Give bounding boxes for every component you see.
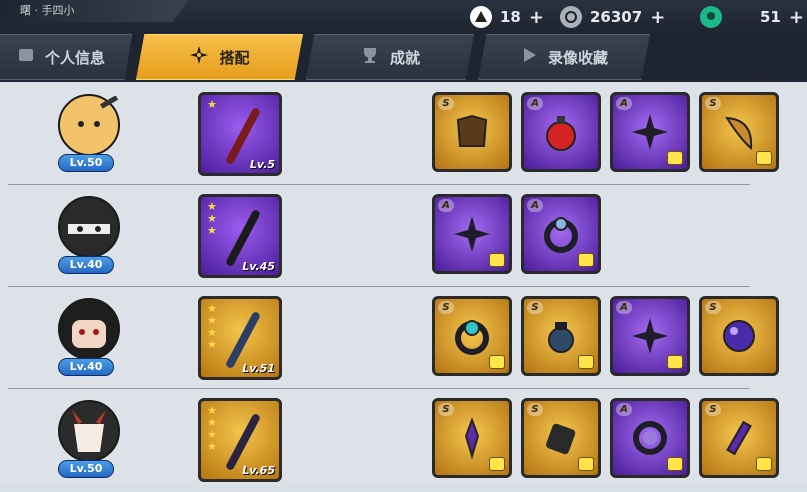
player-title: 曙 · 手四小 (0, 0, 188, 22)
tab-loadout[interactable]: 搭配 (136, 34, 303, 80)
tab-achievements[interactable]: 成就 (306, 34, 474, 80)
oni-mask-ninja-icon (58, 400, 120, 462)
upgrade-badge-icon (578, 457, 594, 471)
equipment-slot[interactable]: A (610, 92, 690, 172)
weapon-slot[interactable]: ★ ★ ★ Lv.45 (198, 194, 282, 278)
upgrade-badge-icon (667, 355, 683, 369)
equipment-slot[interactable]: S (432, 92, 512, 172)
tab-bar: 个人信息 搭配 成就 录像收藏 (0, 30, 807, 82)
upgrade-badge-icon (489, 355, 505, 369)
character-portrait[interactable]: Lv.50 (48, 94, 126, 172)
character-level: Lv.40 (58, 358, 114, 376)
character-portrait[interactable]: Lv.40 (48, 196, 126, 274)
add-coin-button[interactable]: + (650, 7, 665, 28)
upgrade-badge-icon (756, 457, 772, 471)
character-portrait[interactable]: Lv.40 (48, 298, 126, 376)
weapon-stars: ★ ★ ★ ★ (207, 302, 217, 351)
onigiri-resource: 18 + (470, 6, 544, 28)
black-hair-ninja-icon (58, 298, 120, 360)
onigiri-count: 18 (500, 8, 521, 26)
weapon-level: Lv.5 (249, 158, 275, 171)
row-divider (8, 388, 750, 389)
upgrade-badge-icon (578, 355, 594, 369)
coin-resource: 26307 + (560, 6, 665, 28)
orange-ninja-icon (58, 94, 120, 156)
orb-icon (702, 299, 776, 373)
character-level: Lv.40 (58, 256, 114, 274)
upgrade-badge-icon (667, 151, 683, 165)
upgrade-badge-icon (667, 457, 683, 471)
upgrade-badge-icon (756, 151, 772, 165)
jade-count: 51 (760, 8, 781, 26)
add-onigiri-button[interactable]: + (529, 7, 544, 28)
tab-profile[interactable]: 个人信息 (0, 34, 132, 80)
equipment-slot[interactable]: S (699, 92, 779, 172)
shuriken-icon (189, 45, 209, 69)
upgrade-badge-icon (489, 253, 505, 267)
equipment-slot[interactable]: S (699, 296, 779, 376)
coin-icon (560, 6, 582, 28)
row-divider (8, 286, 750, 287)
equipment-slot[interactable]: S (521, 296, 601, 376)
tab-achievements-label: 成就 (389, 48, 420, 67)
weapon-level: Lv.45 (242, 260, 275, 273)
masked-ninja-icon (58, 196, 120, 258)
equipment-slot[interactable]: A (521, 92, 601, 172)
add-jade-button[interactable]: + (789, 7, 804, 28)
weapon-stars: ★ ★ ★ ★ (207, 404, 217, 453)
tab-loadout-label: 搭配 (219, 48, 250, 67)
equipment-slot[interactable]: S (432, 296, 512, 376)
onigiri-icon (470, 6, 492, 28)
loadout-row[interactable]: Lv.50 ★ Lv.5 S A A S (0, 84, 807, 186)
character-level: Lv.50 (58, 154, 114, 172)
loadout-row[interactable]: Lv.40 ★ ★ ★ Lv.45 A A (0, 186, 807, 288)
row-divider (8, 184, 750, 185)
jade-resource: 51 + (700, 6, 804, 28)
play-icon (520, 46, 538, 68)
loadout-list: Lv.50 ★ Lv.5 S A A S Lv.40 ★ ★ ★ Lv.45 A… (0, 84, 807, 485)
character-portrait[interactable]: Lv.50 (48, 400, 126, 478)
tab-profile-label: 个人信息 (44, 48, 105, 67)
weapon-slot[interactable]: ★ ★ ★ ★ Lv.65 (198, 398, 282, 482)
trophy-icon (360, 45, 380, 69)
weapon-level: Lv.51 (242, 362, 275, 375)
weapon-slot[interactable]: ★ Lv.5 (198, 92, 282, 176)
coin-count: 26307 (590, 8, 643, 26)
trident-icon (224, 310, 262, 370)
upgrade-badge-icon (578, 253, 594, 267)
tab-replays-label: 录像收藏 (547, 48, 608, 67)
equipment-slot[interactable]: A (610, 296, 690, 376)
tab-replays[interactable]: 录像收藏 (478, 34, 650, 80)
character-level: Lv.50 (58, 460, 114, 478)
jade-icon (700, 6, 722, 28)
equipment-slot[interactable]: A (521, 194, 601, 274)
loadout-row[interactable]: Lv.40 ★ ★ ★ ★ Lv.51 S S A S (0, 288, 807, 390)
loadout-row[interactable]: Lv.50 ★ ★ ★ ★ Lv.65 S S A S (0, 390, 807, 492)
armor-icon (435, 95, 509, 169)
potion-icon (524, 95, 598, 169)
weapon-stars: ★ ★ ★ (207, 200, 217, 237)
staff-icon (224, 106, 262, 166)
profile-icon (17, 46, 35, 68)
upgrade-badge-icon (489, 457, 505, 471)
weapon-stars: ★ (207, 98, 217, 111)
weapon-slot[interactable]: ★ ★ ★ ★ Lv.51 (198, 296, 282, 380)
equipment-slot[interactable]: A (432, 194, 512, 274)
equipment-slot[interactable]: S (432, 398, 512, 478)
spear-icon (224, 208, 262, 268)
equipment-slot[interactable]: A (610, 398, 690, 478)
equipment-slot[interactable]: S (699, 398, 779, 478)
weapon-level: Lv.65 (242, 464, 275, 477)
equipment-slot[interactable]: S (521, 398, 601, 478)
scythe-icon (224, 412, 262, 472)
